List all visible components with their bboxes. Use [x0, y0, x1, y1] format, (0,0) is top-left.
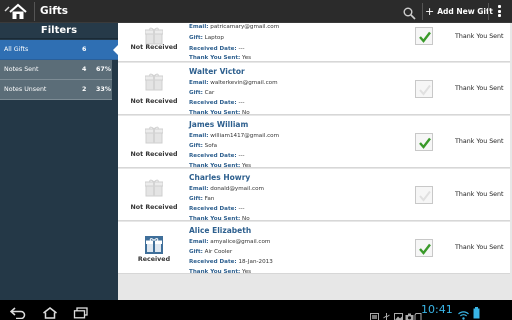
divider	[422, 3, 423, 20]
thank-you-sent-label: Thank You Sent	[455, 85, 504, 92]
thank-you-checkbox[interactable]	[415, 27, 433, 45]
gift-not-received-icon	[144, 179, 164, 197]
gift-status: Not Received	[130, 98, 178, 105]
search-icon[interactable]	[403, 5, 416, 20]
email-field: Email: amyalice@gmail.com	[189, 239, 271, 245]
gift-status: Not Received	[130, 151, 178, 158]
gift-not-received-icon	[144, 73, 164, 91]
gallery-icon	[394, 306, 403, 320]
checkmark-icon	[419, 84, 431, 96]
filter-label: All Gifts	[4, 46, 29, 53]
back-icon[interactable]	[9, 304, 26, 320]
recent-apps-icon[interactable]	[73, 304, 89, 319]
gift-status: Received	[137, 256, 171, 263]
thank-you-sent-label: Thank You Sent	[455, 191, 504, 198]
filter-notes-sent[interactable]: Notes Sent 4 67%	[0, 60, 112, 80]
checkmark-icon	[419, 31, 431, 43]
wifi-icon	[458, 305, 469, 320]
battery-icon	[473, 304, 480, 319]
received-date-field: Received Date: ---	[189, 46, 245, 52]
contact-name: Alice Elizabeth	[189, 226, 252, 235]
filter-label: Notes Sent	[4, 66, 39, 73]
gift-field: Gift: Car	[189, 90, 215, 96]
gift-row[interactable]: Received Alice Elizabeth Email: amyalice…	[118, 222, 510, 275]
email-field: Email: donald@ymail.com	[189, 186, 264, 192]
gift-row[interactable]: Not Received James William Email: willia…	[118, 116, 510, 169]
thank-you-sent-label: Thank You Sent	[455, 244, 504, 251]
received-date-field: Received Date: 18-Jan-2013	[189, 259, 273, 265]
home-icon[interactable]	[4, 3, 28, 20]
gift-row[interactable]: Not Received Email: patricamary@gmail.co…	[118, 23, 510, 62]
filter-count: 6	[82, 46, 87, 53]
thank-you-checkbox[interactable]	[415, 133, 433, 151]
gift-list[interactable]: Not Received Email: patricamary@gmail.co…	[118, 23, 512, 300]
usb-icon	[382, 306, 391, 320]
gift-row[interactable]: Not Received Charles Howry Email: donald…	[118, 169, 510, 222]
divider	[488, 3, 489, 20]
thank-you-checkbox[interactable]	[415, 80, 433, 98]
gift-not-received-icon	[144, 126, 164, 144]
thank-you-sent-field: Thank You Sent: Yes	[189, 55, 252, 61]
gift-row[interactable]: Not Received Walter Victor Email: walter…	[118, 63, 510, 116]
thank-you-checkbox[interactable]	[415, 239, 433, 257]
gift-status: Not Received	[130, 44, 178, 51]
thank-you-checkbox[interactable]	[415, 186, 433, 204]
clock: 10:41	[421, 303, 453, 316]
checkmark-icon	[419, 190, 431, 202]
gift-not-received-icon	[144, 27, 164, 45]
checkmark-icon	[419, 243, 431, 255]
checkmark-icon	[419, 137, 431, 149]
gift-field: Gift: Air Cooler	[189, 249, 233, 255]
filter-label: Notes Unsent	[4, 86, 47, 93]
filter-count: 4	[82, 66, 87, 73]
overflow-menu-icon[interactable]	[494, 5, 504, 19]
email-field: Email: walterkevin@gmail.com	[189, 80, 278, 86]
filter-count: 2	[82, 86, 87, 93]
gift-received-icon	[145, 236, 163, 254]
filter-percent: 33%	[96, 86, 112, 93]
email-field: Email: patricamary@gmail.com	[189, 24, 280, 30]
system-nav-bar: 10:41	[0, 300, 512, 320]
add-new-gift-button[interactable]: + Add New Gift	[425, 4, 493, 19]
contact-name: James William	[189, 120, 249, 129]
divider	[34, 2, 35, 21]
contact-name: Charles Howry	[189, 173, 251, 182]
filter-notes-unsent[interactable]: Notes Unsent 2 33%	[0, 80, 112, 100]
screenshot-icon	[370, 306, 379, 320]
thank-you-sent-field: Thank You Sent: Yes	[189, 269, 252, 275]
contact-name: Walter Victor	[189, 67, 245, 76]
received-date-field: Received Date: ---	[189, 100, 245, 106]
gift-status: Not Received	[130, 204, 178, 211]
thank-you-sent-label: Thank You Sent	[455, 138, 504, 145]
app-title: Gifts	[40, 5, 69, 17]
gift-field: Gift: Fan	[189, 196, 215, 202]
filter-percent: 67%	[96, 66, 112, 73]
camera-icon	[405, 306, 414, 320]
filter-all-gifts[interactable]: All Gifts 6	[0, 40, 118, 60]
filters-sidebar: Filters All Gifts 6 Notes Sent 4 67% Not…	[0, 23, 118, 300]
add-new-gift-label: Add New Gift	[437, 7, 493, 16]
filters-title: Filters	[0, 23, 118, 39]
home-nav-icon[interactable]	[42, 304, 58, 319]
received-date-field: Received Date: ---	[189, 153, 245, 159]
thank-you-sent-label: Thank You Sent	[455, 33, 504, 40]
gift-field: Gift: Sofa	[189, 143, 218, 149]
add-icon: +	[425, 5, 435, 18]
gift-field: Gift: Laptop	[189, 35, 224, 41]
action-bar: Gifts + Add New Gift	[0, 0, 512, 23]
received-date-field: Received Date: ---	[189, 206, 245, 212]
email-field: Email: william1417@gmail.com	[189, 133, 280, 139]
